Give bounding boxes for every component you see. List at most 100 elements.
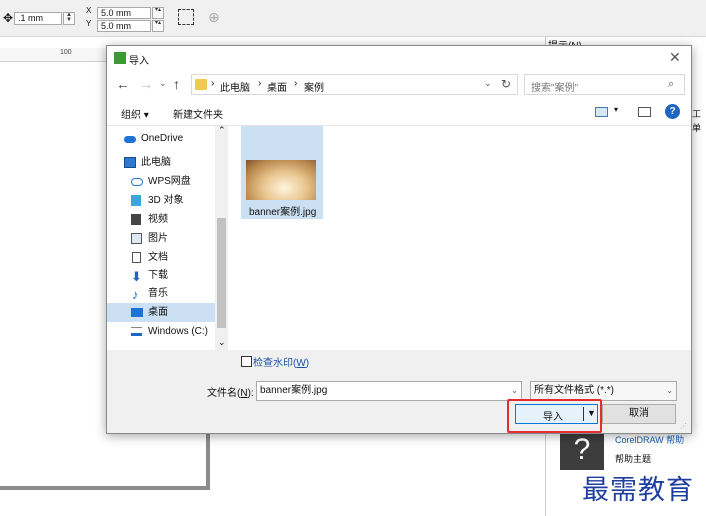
filename-label-close: ): xyxy=(247,388,254,399)
path-dropdown-chevron-icon[interactable]: ⌄ xyxy=(484,78,492,89)
nav-item-this-pc[interactable]: 此电脑 xyxy=(107,153,215,172)
command-bar: 组织 ▾ 新建文件夹 ▾ ? xyxy=(107,100,691,126)
view-chevron-icon[interactable]: ▾ xyxy=(614,105,618,114)
address-bar-row: ← → ⌄ ↑ › 此电脑 › 桌面 › 案例 ⌄ ↻ 搜索"案例" ⌕ xyxy=(107,70,691,100)
organize-menu[interactable]: 组织 ▾ xyxy=(121,106,149,121)
breadcrumb-this-pc[interactable]: 此电脑 xyxy=(220,79,250,94)
nav-item-pictures[interactable]: 图片 xyxy=(107,229,215,248)
nav-item-label: Windows (C:) xyxy=(148,326,209,337)
breadcrumb-desktop[interactable]: 桌面 xyxy=(267,79,287,94)
scroll-up-icon[interactable]: ⌃ xyxy=(218,125,226,136)
scroll-down-icon[interactable]: ⌄ xyxy=(218,337,226,348)
help-topics-label: 帮助主题 xyxy=(615,454,652,464)
duplicate-x-input[interactable]: 5.0 mm xyxy=(97,7,151,19)
scroll-thumb[interactable] xyxy=(217,218,226,328)
watermark-logo-text: 最需教育 xyxy=(582,475,694,506)
docker-edge-text-2: 单 xyxy=(692,123,702,133)
preview-pane-icon[interactable] xyxy=(638,107,651,117)
add-preset-icon[interactable]: ⊕ xyxy=(208,9,220,26)
filetype-dropdown-chevron-icon[interactable]: ⌄ xyxy=(666,382,673,400)
filename-key: N xyxy=(240,388,248,399)
nudge-distance-input[interactable]: .1 mm xyxy=(14,12,62,25)
filename-label: 文件名(N): xyxy=(207,384,254,399)
nav-item-downloads[interactable]: ⬇ 下载 xyxy=(107,266,215,285)
duplicate-y-spinner[interactable]: ▾▴ xyxy=(152,20,164,32)
ruler-tick-label: 100 xyxy=(60,49,72,56)
check-watermark-text: 检查水印( xyxy=(253,358,297,369)
docker-edge-text: 工 xyxy=(692,109,702,119)
resize-grip-icon[interactable]: ⋰ xyxy=(680,422,687,430)
import-highlight-box xyxy=(507,399,602,433)
up-arrow-icon[interactable]: ↑ xyxy=(173,76,180,92)
computer-icon xyxy=(124,157,136,168)
nav-item-label: 视频 xyxy=(148,214,168,225)
nav-item-label: 桌面 xyxy=(148,307,168,318)
picture-icon xyxy=(131,233,142,244)
new-folder-button[interactable]: 新建文件夹 xyxy=(173,106,223,121)
cancel-button[interactable]: 取消 xyxy=(602,404,676,424)
page-border xyxy=(0,432,210,490)
filename-dropdown-chevron-icon[interactable]: ⌄ xyxy=(511,382,518,400)
import-dialog: 导入 ✕ ← → ⌄ ↑ › 此电脑 › 桌面 › 案例 ⌄ ↻ 搜索"案例" … xyxy=(106,45,692,434)
nav-item-3d-objects[interactable]: 3D 对象 xyxy=(107,191,215,210)
help-question-icon: ? xyxy=(560,430,604,470)
nav-item-documents[interactable]: 文档 xyxy=(107,248,215,267)
nav-item-wps-drive[interactable]: WPS网盘 xyxy=(107,172,215,191)
help-icon[interactable]: ? xyxy=(665,104,680,119)
path-separator-icon: › xyxy=(258,78,262,89)
horizontal-ruler: 100 xyxy=(0,48,110,62)
path-separator-icon: › xyxy=(211,78,215,89)
forward-arrow-icon[interactable]: → xyxy=(139,76,153,92)
nav-item-videos[interactable]: 视频 xyxy=(107,210,215,229)
cloud-icon xyxy=(124,136,136,143)
nav-item-onedrive[interactable]: OneDrive xyxy=(107,129,215,148)
filename-label-text: 文件名( xyxy=(207,388,241,399)
check-watermark-checkbox[interactable] xyxy=(241,356,252,367)
duplicate-x-spinner[interactable]: ▾▴ xyxy=(152,7,164,19)
file-item[interactable]: banner案例.jpg xyxy=(241,126,323,219)
dup-x-label: X xyxy=(86,6,92,15)
nav-item-label: 图片 xyxy=(148,233,168,244)
filetype-value: 所有文件格式 (*.*) xyxy=(534,385,614,396)
close-icon[interactable]: ✕ xyxy=(669,49,681,66)
path-separator-icon: › xyxy=(294,78,298,89)
nav-item-label: OneDrive xyxy=(141,133,184,144)
drive-icon xyxy=(131,327,142,336)
image-thumbnail xyxy=(246,160,316,200)
coreldraw-app-icon xyxy=(114,52,126,64)
view-options-icon[interactable] xyxy=(595,107,608,117)
filename-value: banner案例.jpg xyxy=(260,385,328,396)
check-watermark-close: ) xyxy=(305,358,310,369)
download-icon: ⬇ xyxy=(131,269,142,284)
cloud-drive-icon xyxy=(131,178,143,186)
breadcrumb-cases[interactable]: 案例 xyxy=(304,79,324,94)
search-box[interactable]: 搜索"案例" ⌕ xyxy=(524,74,685,95)
back-arrow-icon[interactable]: ← xyxy=(116,76,130,92)
nav-item-windows-c[interactable]: Windows (C:) xyxy=(107,322,215,341)
nudge-spinner[interactable]: ▲ ▼ xyxy=(63,12,75,25)
file-list: banner案例.jpg xyxy=(228,126,691,350)
recent-chevron-icon[interactable]: ⌄ xyxy=(159,78,167,89)
search-input[interactable]: 搜索"案例" xyxy=(531,79,578,94)
filename-input[interactable]: banner案例.jpg ⌄ xyxy=(256,381,522,401)
address-path-box[interactable]: › 此电脑 › 桌面 › 案例 ⌄ ↻ xyxy=(191,74,518,95)
nav-item-label: 下载 xyxy=(148,270,168,281)
nav-item-desktop[interactable]: 桌面 xyxy=(107,303,215,322)
duplicate-y-input[interactable]: 5.0 mm xyxy=(97,20,151,32)
nav-item-music[interactable]: ♪ 音乐 xyxy=(107,284,215,303)
treat-as-filled-icon[interactable] xyxy=(178,9,194,25)
cube-icon xyxy=(131,195,141,206)
property-bar: ✥ .1 mm ▲ ▼ X Y 5.0 mm 5.0 mm ▾▴ ▾▴ ⊕ xyxy=(0,0,706,37)
nav-item-label: 3D 对象 xyxy=(148,195,184,206)
search-icon[interactable]: ⌕ xyxy=(668,78,674,91)
dialog-title: 导入 xyxy=(129,56,149,67)
desktop-icon xyxy=(131,308,143,317)
nav-scrollbar[interactable]: ⌃ ⌄ xyxy=(215,125,228,350)
check-watermark-label[interactable]: 检查水印(W) xyxy=(253,354,309,369)
refresh-icon[interactable]: ↻ xyxy=(501,77,511,91)
nav-item-label: 文档 xyxy=(148,252,168,263)
coreldraw-help-link[interactable]: CorelDRAW 帮助 xyxy=(615,433,684,446)
filetype-select[interactable]: 所有文件格式 (*.*) ⌄ xyxy=(530,381,677,401)
nav-item-label: 音乐 xyxy=(148,288,168,299)
document-icon xyxy=(132,252,141,263)
